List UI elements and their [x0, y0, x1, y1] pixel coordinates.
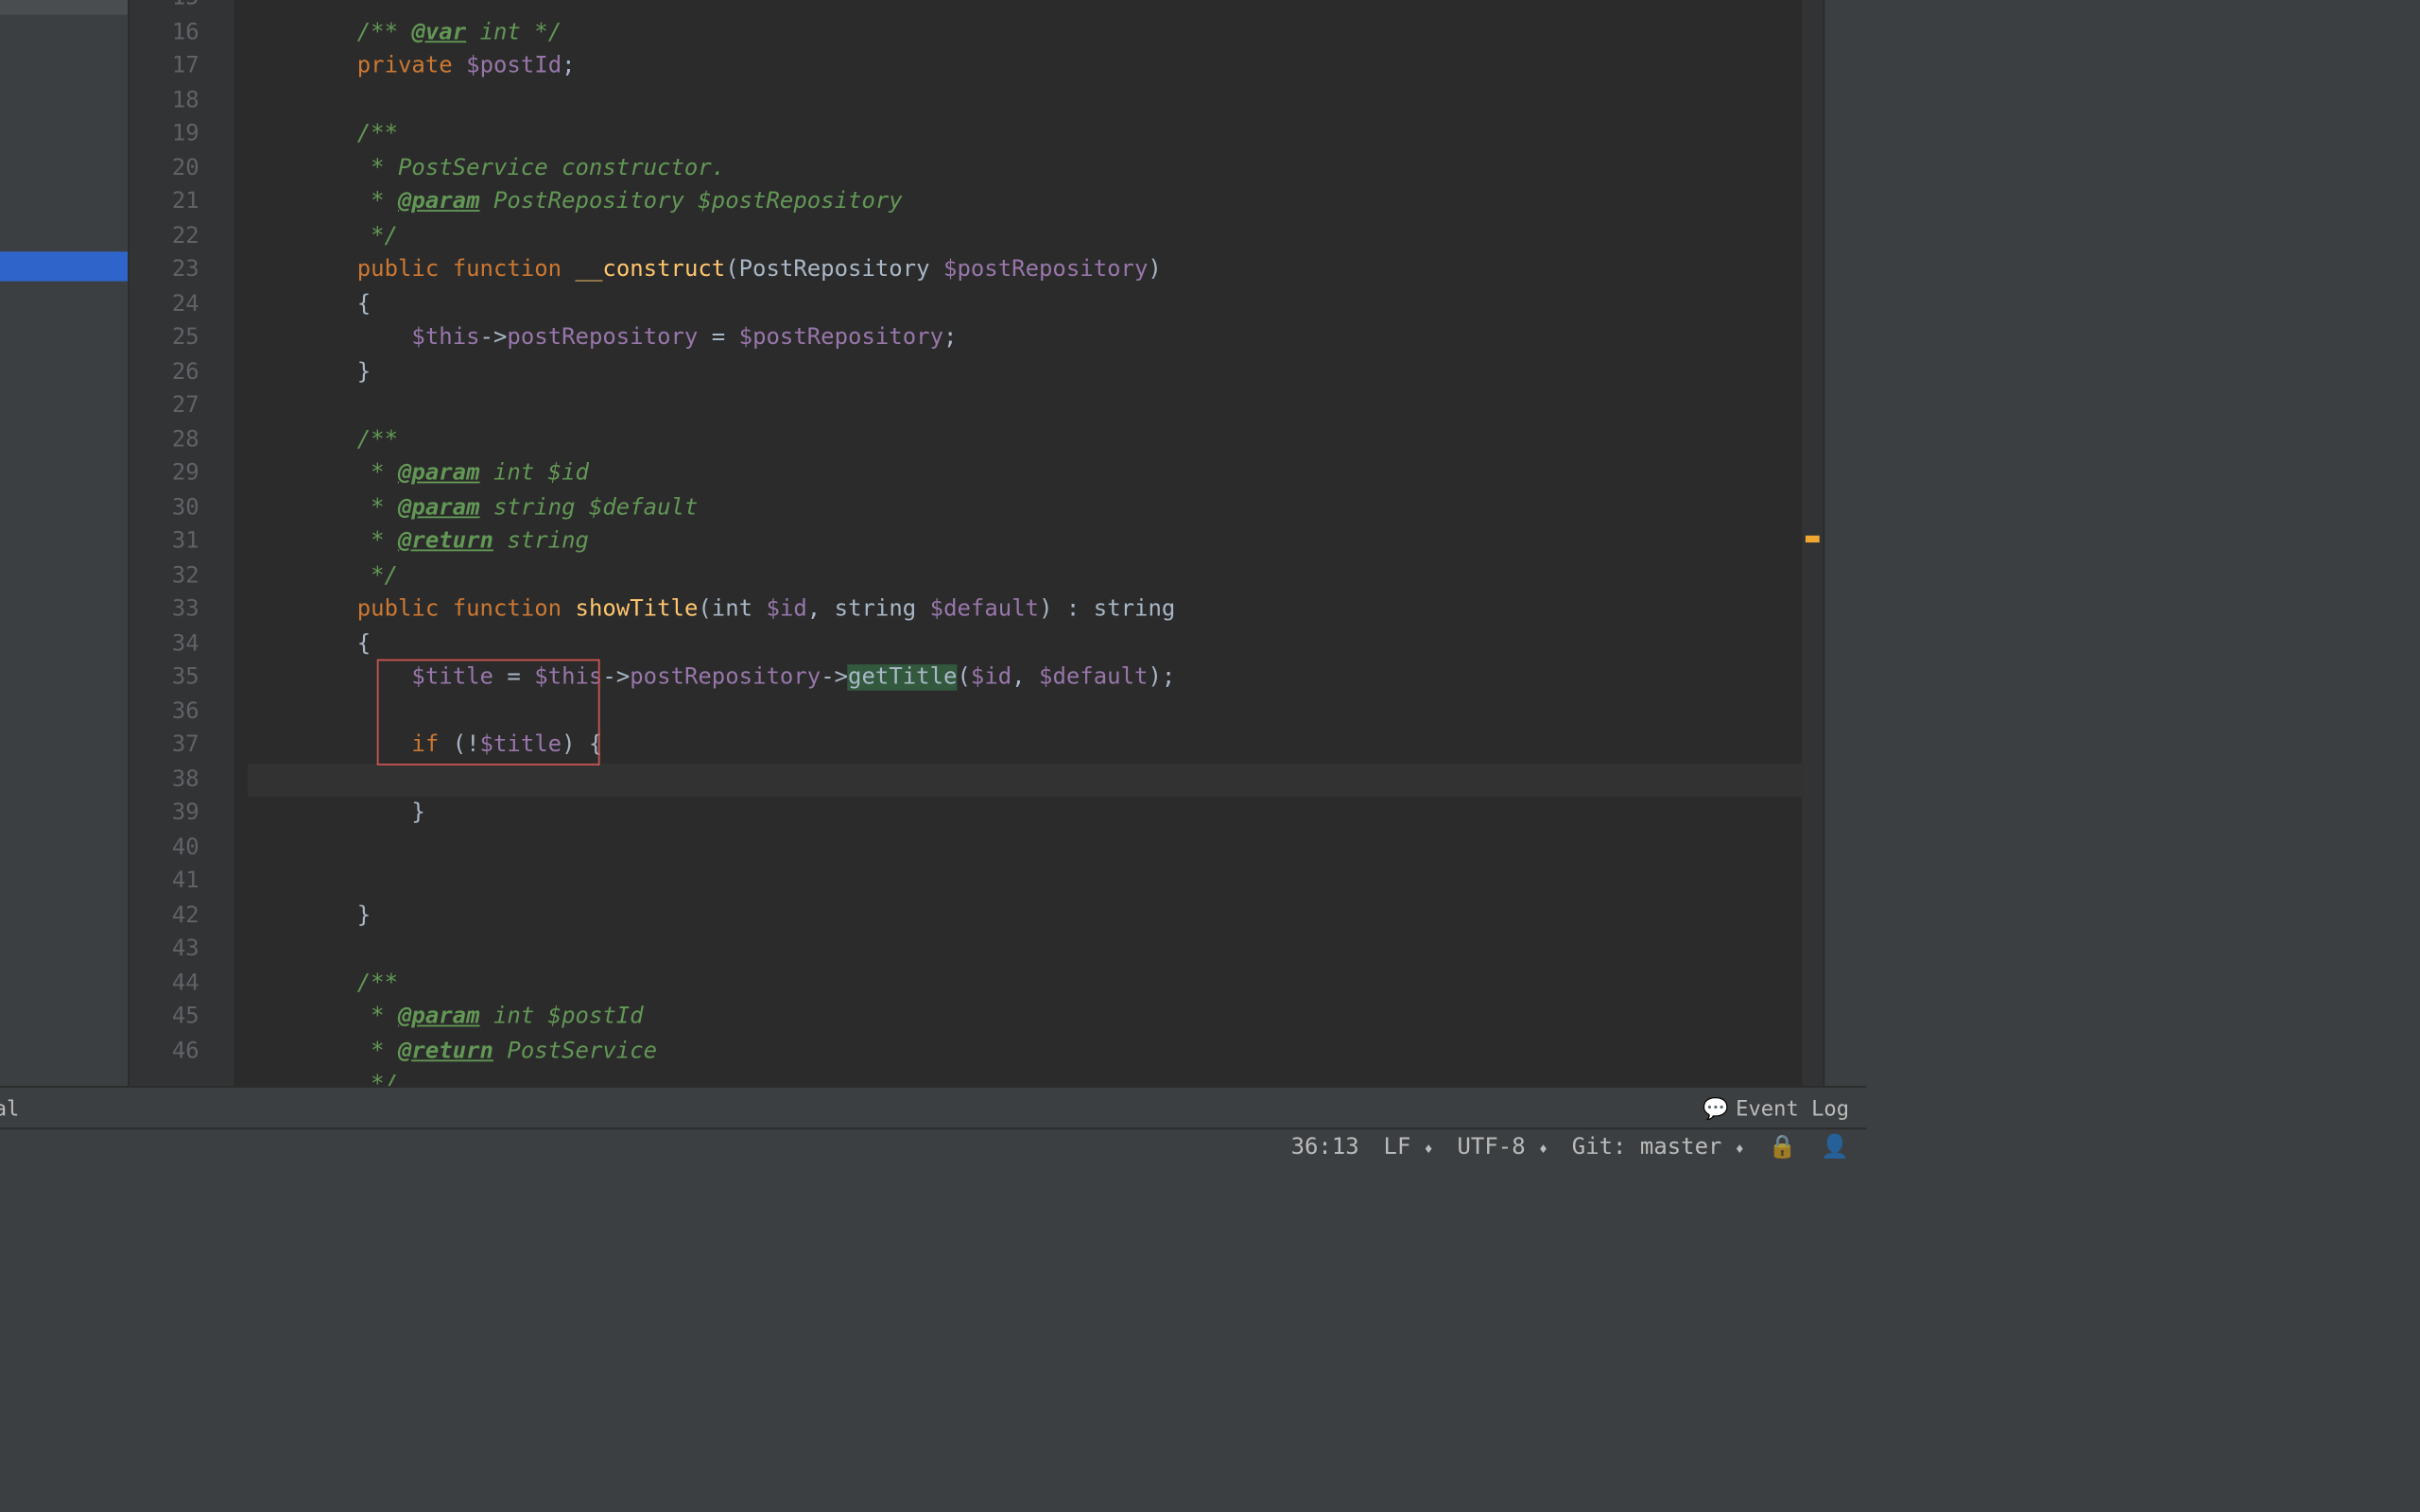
tree-item[interactable]: phpSMSInterface.php: [0, 282, 128, 311]
tree-item[interactable]: ▶resources: [0, 489, 128, 518]
tree-item[interactable]: phpPost.php: [0, 311, 128, 340]
tree-item[interactable]: ▶Providers: [0, 74, 128, 103]
tree-item[interactable]: php_ide_helper.php: [0, 755, 128, 784]
right-tool-tabs: Database: [1823, 0, 1866, 1086]
lock-icon[interactable]: 🔒: [1769, 1135, 1797, 1161]
project-panel: 📁 Project ▼ ⊕ ÷ ⚙ ⊟ ▼ Laravel52PhpStormC…: [0, 0, 130, 1086]
tree-item[interactable]: .gitignore: [0, 696, 128, 725]
tree-item[interactable]: phpUser.php: [0, 340, 128, 369]
tree-item[interactable]: ▶Listeners: [0, 15, 128, 44]
tree-item[interactable]: ▶database: [0, 429, 128, 458]
tree-item[interactable]: ▶Jobs: [0, 0, 128, 15]
status-bar: ✓ 6: TODO ⎇ 9: Version Control ▣ Termina…: [0, 1086, 1866, 1127]
tree-item[interactable]: .env.example: [0, 637, 128, 666]
error-strip[interactable]: [1802, 0, 1823, 1086]
line-number-gutter[interactable]: 1112131415161718192021222324252627282930…: [130, 0, 234, 1086]
tree-item[interactable]: php.phpstorm.meta.php: [0, 726, 128, 755]
project-tree[interactable]: ▼ Laravel52PhpStormCodeGeneration_d ▼app…: [0, 0, 128, 1086]
code-content[interactable]: /** @var PostRepository */ private $post…: [234, 0, 1824, 1086]
caret-position[interactable]: 36:13: [1291, 1135, 1359, 1161]
editor-area: php PostService.php × \App\Services\Post…: [130, 0, 1823, 1086]
warning-marker[interactable]: [1806, 536, 1820, 542]
tree-item[interactable]: ▼Repositories: [0, 104, 128, 133]
tree-item[interactable]: .env: [0, 607, 128, 636]
tree-item[interactable]: ▶Policies: [0, 44, 128, 74]
inspector-icon[interactable]: 👤: [1821, 1135, 1849, 1161]
tree-item[interactable]: .gitattributes: [0, 666, 128, 696]
highlight-box: [376, 660, 600, 765]
tree-item[interactable]: ▶vendor: [0, 577, 128, 607]
tree-item[interactable]: ▶tests: [0, 548, 128, 577]
bottom-info-bar: 36:13 LF ♦ UTF-8 ♦ Git: master ♦ 🔒 👤: [0, 1127, 1866, 1166]
chat-bubble-icon: 💬: [1703, 1095, 1729, 1120]
terminal-tool-button[interactable]: ▣ Terminal: [0, 1095, 19, 1120]
tree-item[interactable]: phpPostService.php: [0, 251, 128, 281]
tree-item[interactable]: phpAzureSMSService.php: [0, 222, 128, 251]
tree-item[interactable]: phpAzurePostService.php: [0, 193, 128, 222]
tree-item[interactable]: ▼Services: [0, 163, 128, 192]
file-encoding[interactable]: UTF-8 ♦: [1458, 1135, 1547, 1161]
tree-item[interactable]: ▶config: [0, 400, 128, 429]
tree-item[interactable]: phpPostRepository.php: [0, 133, 128, 163]
tree-item[interactable]: ▶storage: [0, 518, 128, 547]
event-log-button[interactable]: 💬 Event Log: [1703, 1095, 1849, 1120]
tree-item[interactable]: composer.json: [0, 815, 128, 844]
code-editor[interactable]: 1112131415161718192021222324252627282930…: [130, 0, 1823, 1086]
tree-item[interactable]: artisan: [0, 784, 128, 814]
git-branch[interactable]: Git: master ♦: [1572, 1135, 1744, 1161]
tree-item[interactable]: ▶bootstrap: [0, 370, 128, 400]
line-separator[interactable]: LF ♦: [1384, 1135, 1433, 1161]
tree-item[interactable]: ▶public: [0, 459, 128, 489]
